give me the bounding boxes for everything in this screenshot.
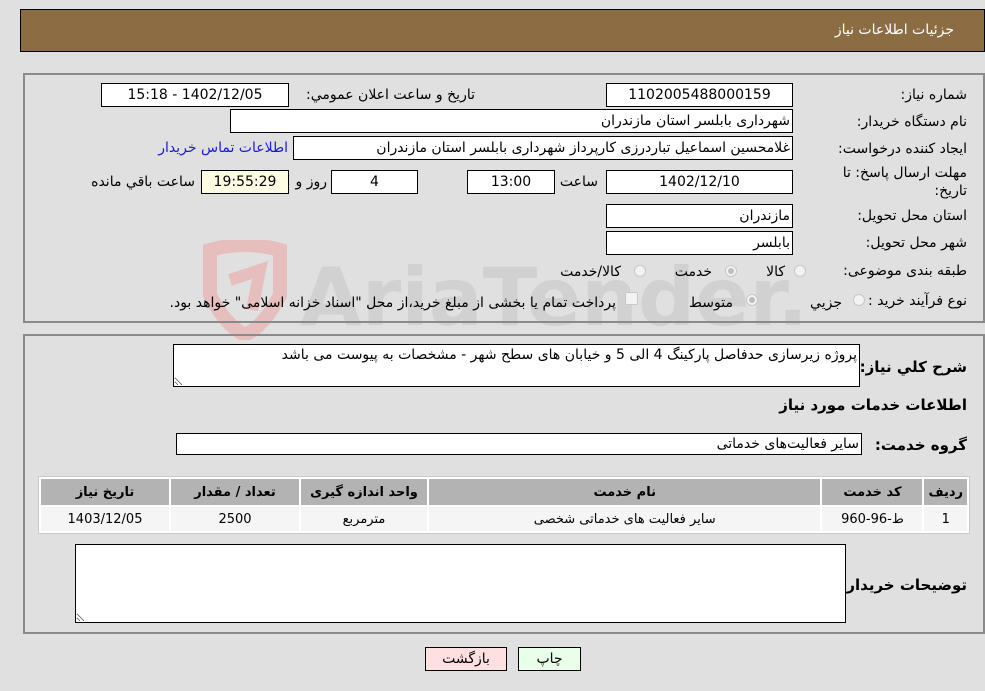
cell-service-name: سایر فعالیت های خدماتی شخصی (429, 507, 821, 531)
province-field[interactable]: مازندران (606, 204, 793, 228)
treasury-note: پرداخت تمام يا بخشی از مبلغ خريد،از محل … (169, 295, 616, 311)
table-header-row: رديف کد خدمت نام خدمت واحد اندازه گيری ت… (41, 479, 967, 505)
category-radio-goods[interactable] (794, 265, 806, 277)
purchase-type-label: نوع فرآيند خريد : (868, 293, 967, 309)
services-table-wrapper: رديف کد خدمت نام خدمت واحد اندازه گيری ت… (38, 476, 970, 534)
cell-unit: مترمربع (301, 507, 427, 531)
back-button[interactable]: بازگشت (425, 647, 507, 671)
table-row: 1 ط-96-960 سایر فعالیت های خدماتی شخصی م… (41, 507, 967, 531)
buyer-org-label: نام دستگاه خريدار: (856, 114, 967, 130)
service-group-field[interactable]: سایر فعالیت‌های خدماتی (176, 433, 862, 455)
page-title: جزئیات اطلاعات نیاز (834, 22, 954, 38)
description-textarea[interactable] (173, 344, 860, 387)
time-remaining-label: ساعت باقي مانده (91, 174, 195, 190)
col-service-code: کد خدمت (822, 479, 923, 505)
cell-row-number: 1 (924, 507, 967, 531)
announce-datetime-label: تاریخ و ساعت اعلان عمومي: (306, 87, 475, 103)
buyer-contact-link[interactable]: اطلاعات تماس خريدار (158, 140, 288, 156)
requester-label: ايجاد کننده درخواست: (838, 141, 967, 157)
city-field[interactable]: بابلسر (606, 231, 793, 255)
category-option-goods: کالا (766, 264, 785, 280)
time-remaining-field[interactable]: 19:55:29 (201, 170, 289, 194)
deadline-label-line2: تاريخ: (934, 183, 967, 199)
col-unit: واحد اندازه گيری (301, 479, 427, 505)
treasury-checkbox[interactable] (625, 292, 638, 305)
need-number-label: شماره نیاز: (900, 87, 968, 103)
buyer-notes-textarea[interactable] (75, 544, 846, 623)
purchase-radio-medium[interactable] (746, 294, 758, 306)
print-button[interactable]: چاپ (518, 647, 581, 671)
purchase-option-minor: جزيي (810, 295, 842, 311)
days-remaining-field[interactable]: 4 (331, 170, 418, 194)
col-quantity: تعداد / مقدار (171, 479, 299, 505)
deadline-time-label: ساعت (559, 174, 598, 190)
page-header: جزئیات اطلاعات نیاز (20, 9, 985, 52)
purchase-radio-minor[interactable] (853, 294, 865, 306)
need-number-field[interactable]: 1102005488000159 (606, 83, 793, 107)
deadline-date-field[interactable]: 1402/12/10 (606, 170, 793, 194)
services-heading: اطلاعات خدمات مورد نياز (779, 396, 967, 414)
cell-need-date: 1403/12/05 (41, 507, 169, 531)
requester-field[interactable]: غلامحسین اسماعیل تباردرزی کارپرداز شهردا… (293, 136, 793, 160)
col-service-name: نام خدمت (429, 479, 821, 505)
col-row-number: رديف (924, 479, 967, 505)
province-label: استان محل تحويل: (857, 208, 967, 224)
deadline-label-line1: مهلت ارسال پاسخ: تا (842, 165, 967, 181)
description-label: شرح کلي نياز: (859, 358, 967, 376)
services-table: رديف کد خدمت نام خدمت واحد اندازه گيری ت… (39, 477, 969, 533)
service-group-label: گروه خدمت: (874, 436, 967, 454)
cell-service-code: ط-96-960 (822, 507, 923, 531)
category-option-service: خدمت (674, 264, 712, 280)
cell-quantity: 2500 (171, 507, 299, 531)
buyer-notes-label: توضيحات خريدار: (840, 576, 967, 594)
days-label: روز و (295, 174, 328, 190)
category-radio-service[interactable] (725, 265, 737, 277)
col-need-date: تاريخ نياز (41, 479, 169, 505)
announce-datetime-field[interactable]: 1402/12/05 - 15:18 (101, 83, 289, 107)
category-label: طبقه بندی موضوعی: (843, 263, 967, 279)
city-label: شهر محل تحويل: (865, 235, 967, 251)
category-option-goods-service: کالا/خدمت (560, 264, 621, 280)
deadline-time-field[interactable]: 13:00 (467, 170, 555, 194)
category-radio-goods-service[interactable] (634, 265, 646, 277)
buyer-org-field[interactable]: شهرداری بابلسر استان مازندران (230, 109, 793, 133)
purchase-option-medium: متوسط (689, 295, 733, 311)
